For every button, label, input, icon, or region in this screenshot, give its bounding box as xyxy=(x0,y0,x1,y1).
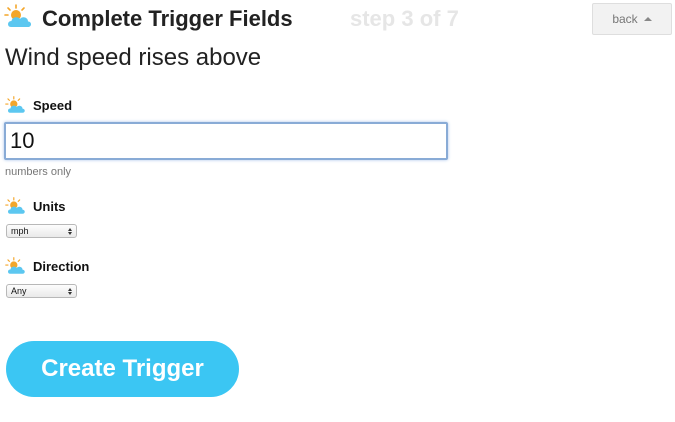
units-field-label: Units xyxy=(5,197,66,216)
step-indicator: step 3 of 7 xyxy=(350,6,459,31)
units-selected-value: mph xyxy=(11,226,29,236)
weather-sun-cloud-icon xyxy=(4,4,34,30)
header: Complete Trigger Fields step 3 of 7 back xyxy=(0,0,675,38)
direction-label-text: Direction xyxy=(33,259,90,274)
direction-field-label: Direction xyxy=(5,257,89,276)
page-title: Complete Trigger Fields xyxy=(42,6,293,31)
trigger-subtitle: Wind speed rises above xyxy=(5,44,262,71)
direction-selected-value: Any xyxy=(11,286,27,296)
units-select[interactable]: mph xyxy=(6,224,77,238)
units-label-text: Units xyxy=(33,199,66,214)
speed-input[interactable] xyxy=(4,122,448,160)
speed-label-text: Speed xyxy=(33,98,73,113)
select-arrows-icon xyxy=(68,287,72,295)
speed-field-label: Speed xyxy=(5,96,72,115)
back-button-label: back xyxy=(612,12,638,26)
select-arrows-icon xyxy=(68,227,72,235)
speed-hint: numbers only xyxy=(5,166,72,178)
caret-up-icon xyxy=(643,16,652,21)
back-button[interactable]: back xyxy=(592,3,672,35)
direction-select[interactable]: Any xyxy=(6,284,77,298)
weather-sun-cloud-icon xyxy=(5,96,27,115)
create-trigger-button[interactable]: Create Trigger xyxy=(6,341,239,397)
weather-sun-cloud-icon xyxy=(5,197,27,216)
weather-sun-cloud-icon xyxy=(5,257,27,276)
